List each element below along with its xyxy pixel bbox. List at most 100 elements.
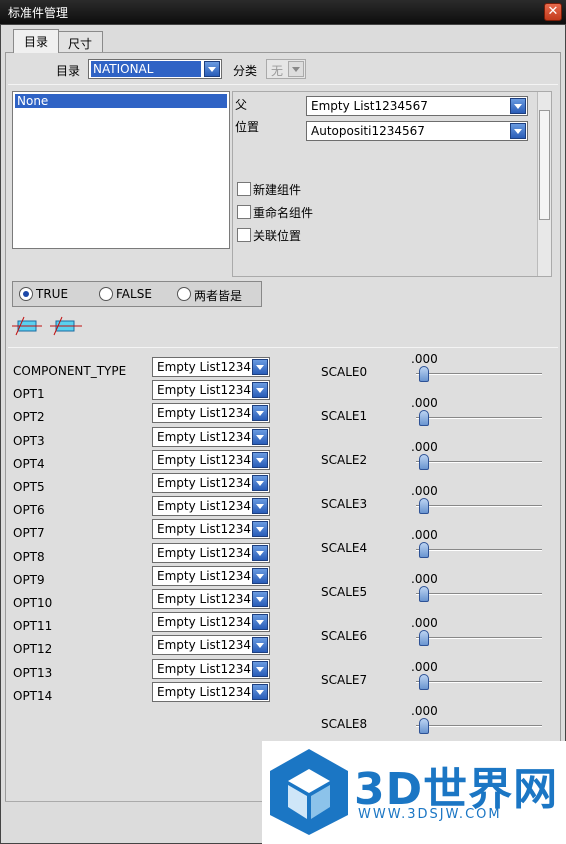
param-dropdown[interactable]: Empty List1234 xyxy=(152,426,270,447)
scale-slider-thumb[interactable] xyxy=(419,454,429,470)
chevron-down-icon[interactable] xyxy=(252,637,268,654)
scale-slider-track[interactable] xyxy=(416,417,542,419)
scale-slider-track[interactable] xyxy=(416,637,542,639)
radio-true[interactable] xyxy=(19,287,33,301)
chevron-down-icon[interactable] xyxy=(252,451,268,468)
scale-slider-track[interactable] xyxy=(416,681,542,683)
chevron-down-icon[interactable] xyxy=(204,61,220,77)
param-label: OPT14 xyxy=(13,688,53,703)
chevron-down-icon[interactable] xyxy=(510,98,526,114)
chevron-down-icon[interactable] xyxy=(288,61,304,77)
param-dropdown[interactable]: Empty List1234 xyxy=(152,496,270,517)
param-label: COMPONENT_TYPE xyxy=(13,364,127,378)
chevron-down-icon[interactable] xyxy=(252,359,268,375)
param-value: Empty List1234 xyxy=(157,476,252,490)
scale-slider-thumb[interactable] xyxy=(419,586,429,602)
param-value: Empty List1234 xyxy=(157,429,252,444)
param-dropdown[interactable]: Empty List1234 xyxy=(152,473,270,493)
scale-value: .000 xyxy=(411,528,438,542)
chevron-down-icon[interactable] xyxy=(252,475,268,491)
chevron-down-icon[interactable] xyxy=(252,544,268,561)
param-label: OPT11 xyxy=(13,619,53,634)
chevron-down-icon[interactable] xyxy=(252,660,268,677)
chevron-down-icon[interactable] xyxy=(252,428,268,445)
param-dropdown[interactable]: Empty List1234 xyxy=(152,380,270,401)
close-button[interactable]: ✕ xyxy=(544,3,562,21)
param-dropdown[interactable]: Empty List1234 xyxy=(152,635,270,656)
chevron-down-icon[interactable] xyxy=(252,591,268,607)
scale-slider-thumb[interactable] xyxy=(419,630,429,646)
parent-value: Empty List1234567 xyxy=(311,99,428,113)
scale-slider-thumb[interactable] xyxy=(419,366,429,382)
param-dropdown[interactable]: Empty List1234 xyxy=(152,542,270,563)
radio-false[interactable] xyxy=(99,287,113,301)
param-dropdown[interactable]: Empty List1234 xyxy=(152,519,270,540)
chevron-down-icon[interactable] xyxy=(252,521,268,538)
parent-dropdown[interactable]: Empty List1234567 xyxy=(306,96,528,116)
assembly-scrollbar[interactable] xyxy=(537,92,551,276)
scale-slider-track[interactable] xyxy=(416,725,542,727)
associate-position-checkbox[interactable] xyxy=(237,228,251,242)
scale-slider-track[interactable] xyxy=(416,373,542,375)
title-bar: 标准件管理 ✕ xyxy=(0,0,566,24)
param-dropdown[interactable]: Empty List1234 xyxy=(152,565,270,586)
scale-value: .000 xyxy=(411,572,438,586)
category-dropdown[interactable]: 无 xyxy=(266,59,306,79)
scale-slider-track[interactable] xyxy=(416,549,542,551)
param-label: OPT3 xyxy=(13,433,45,448)
param-dropdown[interactable]: Empty List1234 xyxy=(152,589,270,609)
param-dropdown[interactable]: Empty List1234 xyxy=(152,449,270,470)
rename-component-checkbox[interactable] xyxy=(237,205,251,219)
tab-size[interactable]: 尺寸 xyxy=(57,31,104,53)
chevron-down-icon[interactable] xyxy=(510,123,526,139)
scale-slider-thumb[interactable] xyxy=(419,410,429,426)
new-component-label: 新建组件 xyxy=(253,183,302,197)
chevron-down-icon[interactable] xyxy=(252,405,268,422)
param-label: OPT5 xyxy=(13,480,45,494)
position-dropdown[interactable]: Autopositi1234567 xyxy=(306,121,528,141)
chevron-down-icon[interactable] xyxy=(252,567,268,584)
pipe-align-icon[interactable] xyxy=(12,316,42,336)
param-label: OPT1 xyxy=(13,387,45,402)
scale-slider-thumb[interactable] xyxy=(419,498,429,514)
scale-slider-track[interactable] xyxy=(416,593,542,595)
pipe-align-icon[interactable] xyxy=(50,316,82,336)
scale-slider-thumb[interactable] xyxy=(419,718,429,734)
param-dropdown[interactable]: Empty List1234 xyxy=(152,658,270,679)
scale-label: SCALE5 xyxy=(321,585,368,599)
param-dropdown[interactable]: Empty List1234 xyxy=(152,681,270,702)
scale-slider-track[interactable] xyxy=(416,461,542,463)
catalog-dropdown[interactable]: NATIONAL xyxy=(88,59,222,79)
chevron-down-icon[interactable] xyxy=(252,683,268,700)
scale-value: .000 xyxy=(411,484,438,498)
param-value: Empty List1234 xyxy=(157,545,252,560)
list-item[interactable]: None xyxy=(15,94,227,108)
scale-slider-track[interactable] xyxy=(416,505,542,507)
param-label: OPT7 xyxy=(13,526,45,541)
param-value: Empty List1234 xyxy=(157,568,252,583)
param-dropdown[interactable]: Empty List1234 xyxy=(152,612,270,633)
scale-slider-thumb[interactable] xyxy=(419,674,429,690)
param-value: Empty List1234 xyxy=(157,661,252,676)
scale-value: .000 xyxy=(411,704,438,718)
param-label: OPT8 xyxy=(13,549,45,564)
chevron-down-icon[interactable] xyxy=(252,614,268,631)
param-dropdown[interactable]: Empty List1234 xyxy=(152,403,270,424)
assembly-pane: 父 位置 Empty List1234567 Autopositi1234567… xyxy=(232,91,552,277)
new-component-checkbox[interactable] xyxy=(237,182,251,196)
chevron-down-icon[interactable] xyxy=(252,498,268,515)
divider xyxy=(8,347,558,348)
tab-catalog[interactable]: 目录 xyxy=(13,29,60,53)
parent-label: 父 xyxy=(235,98,248,112)
param-dropdown[interactable]: Empty List1234 xyxy=(152,357,270,377)
chevron-down-icon[interactable] xyxy=(252,382,268,399)
radio-both[interactable] xyxy=(177,287,191,301)
param-label: OPT10 xyxy=(13,596,53,610)
scale-label: SCALE2 xyxy=(321,453,368,467)
scrollbar-thumb[interactable] xyxy=(539,110,550,220)
window-title: 标准件管理 xyxy=(8,6,69,20)
param-value: Empty List1234 xyxy=(157,360,252,374)
part-list[interactable]: None xyxy=(12,91,230,249)
scale-slider-thumb[interactable] xyxy=(419,542,429,558)
scale-label: SCALE6 xyxy=(321,629,368,643)
